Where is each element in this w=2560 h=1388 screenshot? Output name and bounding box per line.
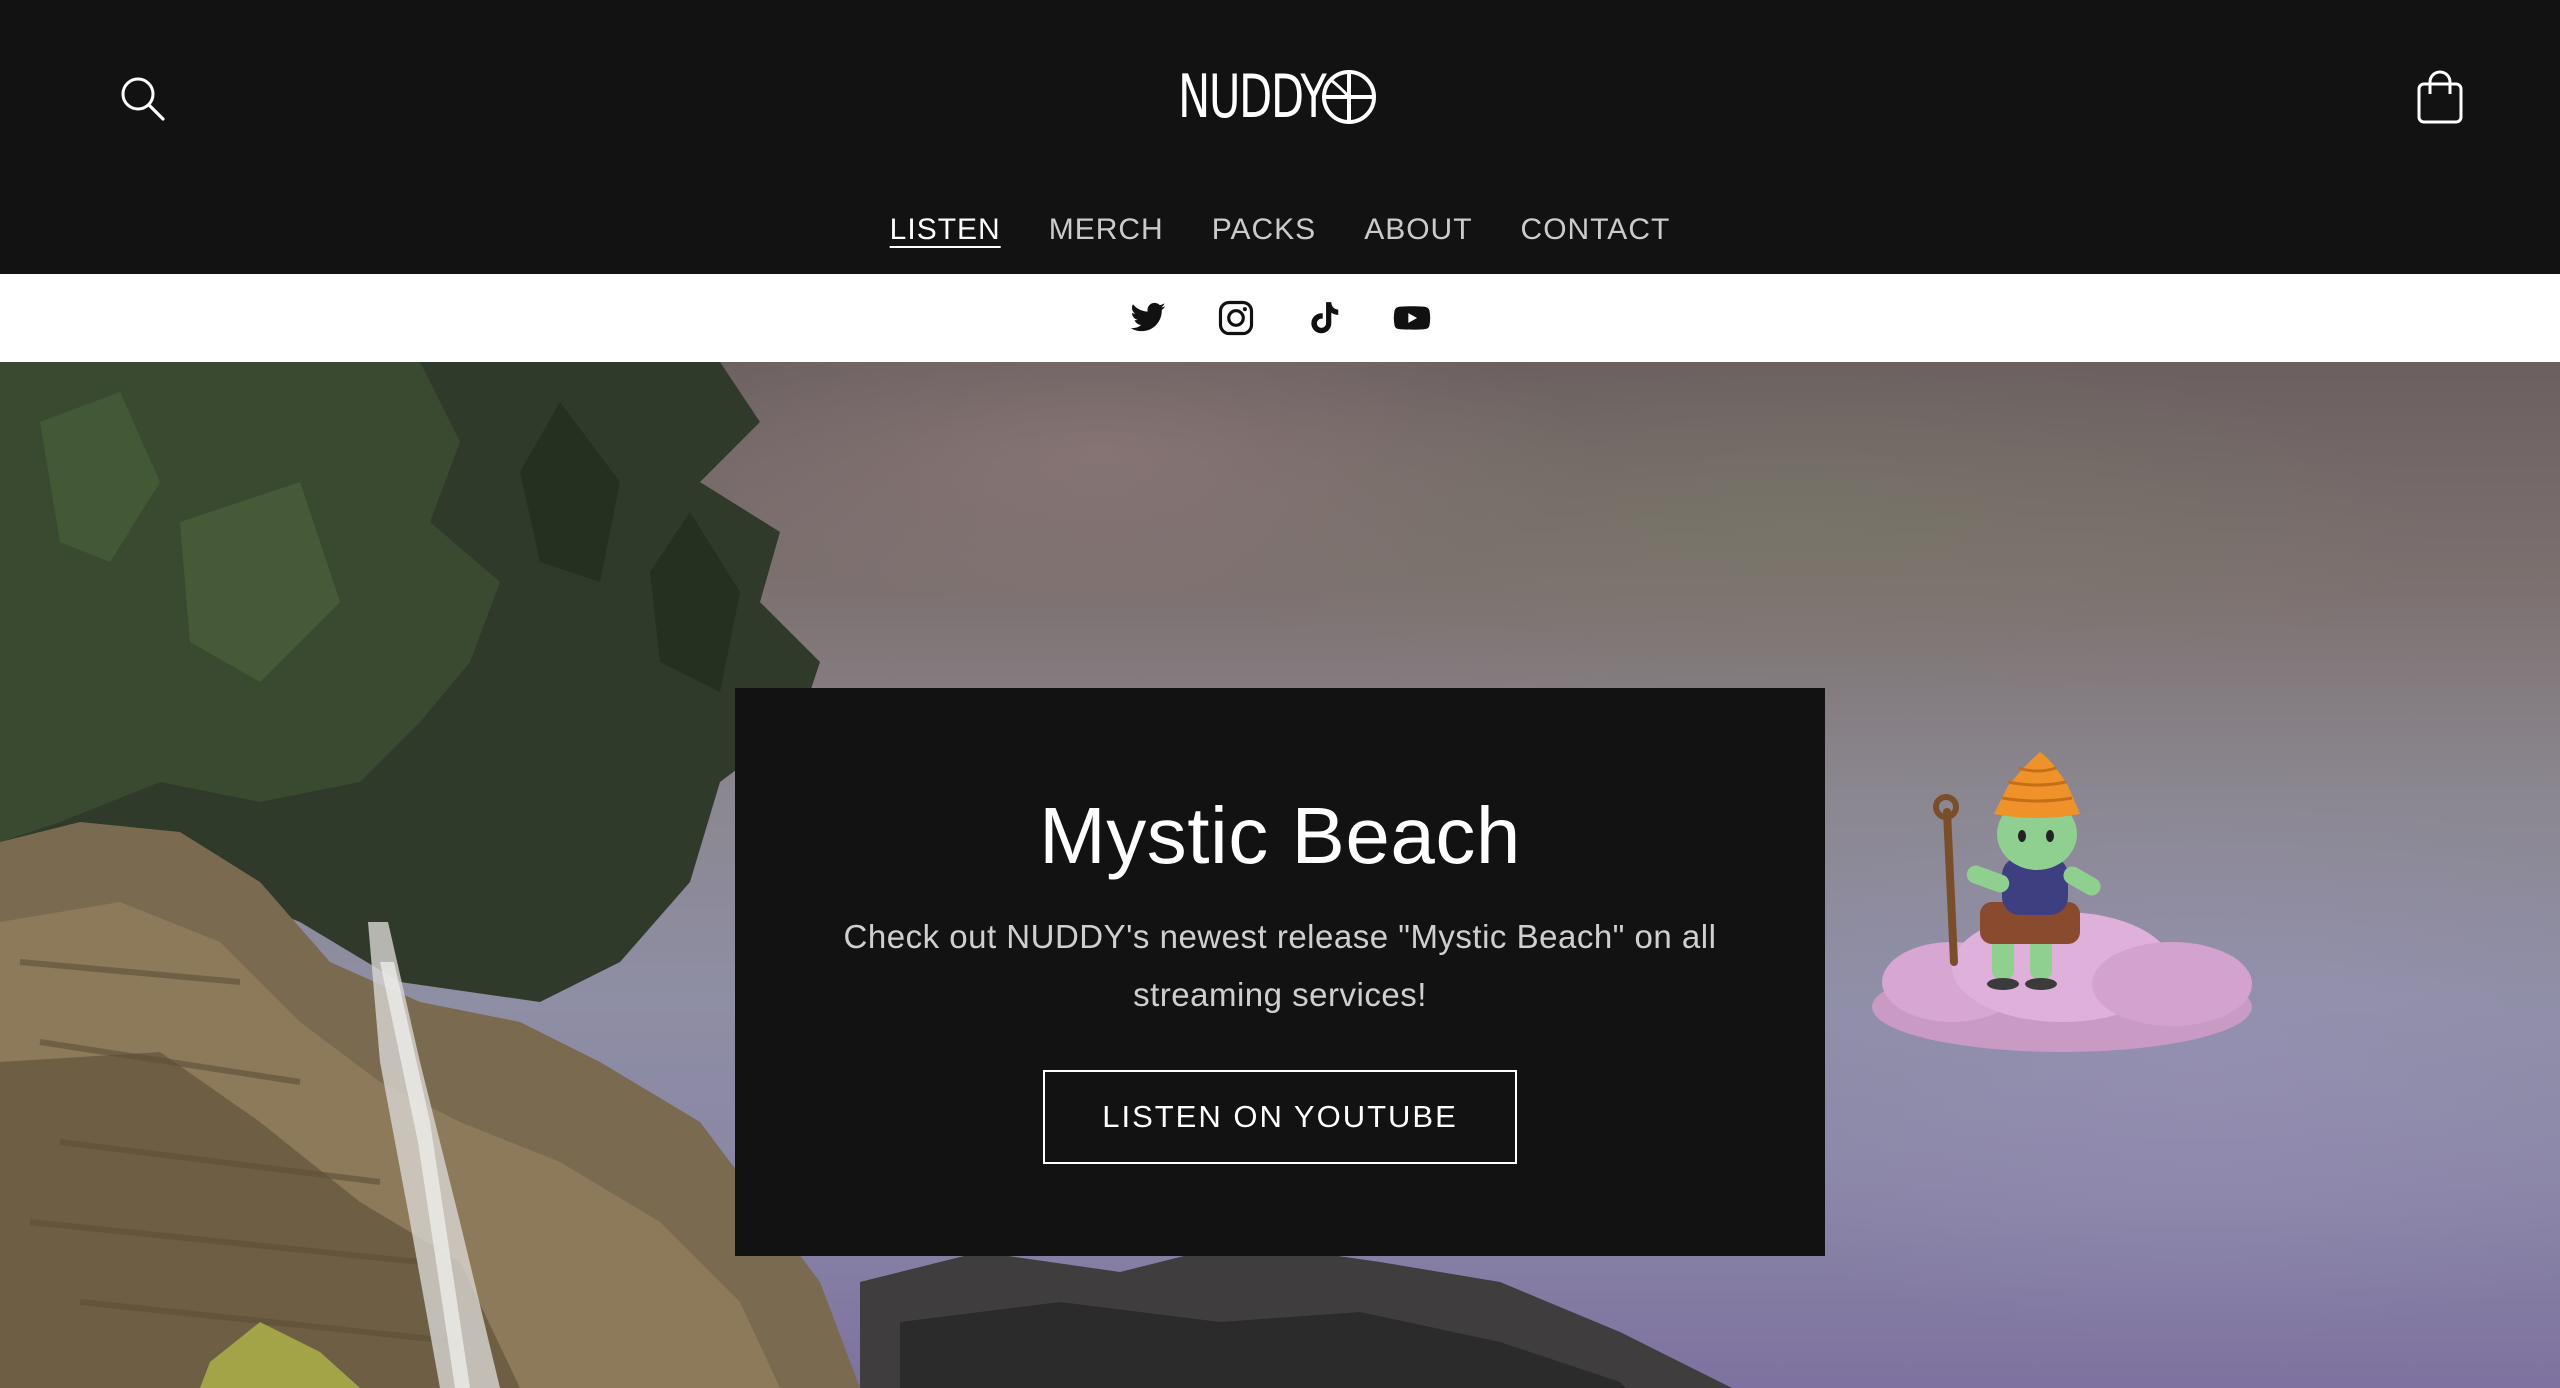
instagram-icon	[1218, 300, 1254, 336]
logo-mark-icon	[1322, 70, 1376, 124]
youtube-link[interactable]	[1393, 299, 1431, 337]
search-button[interactable]	[118, 74, 168, 124]
social-bar	[0, 274, 2560, 362]
instagram-link[interactable]	[1217, 299, 1255, 337]
twitter-icon	[1130, 302, 1166, 332]
hero-rocks-image	[860, 1242, 1732, 1388]
listen-on-youtube-button[interactable]: LISTEN ON YOUTUBE	[1043, 1070, 1517, 1164]
nav-item-merch[interactable]: MERCH	[1025, 204, 1188, 260]
cloud-character-image	[1872, 752, 2252, 1052]
hero-subtitle: Check out NUDDY's newest release "Mystic…	[843, 918, 1717, 1013]
nav-item-about[interactable]: ABOUT	[1340, 204, 1496, 260]
nav-item-listen[interactable]: LISTEN	[866, 204, 1025, 260]
logo[interactable]: NUDDY	[1178, 62, 1380, 132]
nav-item-contact[interactable]: CONTACT	[1497, 204, 1695, 260]
youtube-icon	[1393, 306, 1431, 330]
search-icon	[121, 77, 165, 121]
site-header: NUDDY LISTEN MERCH PACKS ABOUT CONTACT	[0, 0, 2560, 274]
hero-banner: Mystic Beach Check out NUDDY's newest re…	[0, 362, 2560, 1388]
twitter-link[interactable]	[1129, 299, 1167, 337]
hero-card: Mystic Beach Check out NUDDY's newest re…	[735, 688, 1825, 1256]
tiktok-icon	[1311, 302, 1339, 334]
cart-button[interactable]	[2414, 70, 2466, 128]
main-nav: LISTEN MERCH PACKS ABOUT CONTACT	[0, 204, 2560, 260]
logo-text: NUDDY	[1178, 62, 1327, 132]
hero-title: Mystic Beach	[1039, 791, 1521, 880]
tiktok-link[interactable]	[1305, 299, 1343, 337]
nav-item-packs[interactable]: PACKS	[1188, 204, 1340, 260]
cart-icon	[2417, 70, 2463, 124]
